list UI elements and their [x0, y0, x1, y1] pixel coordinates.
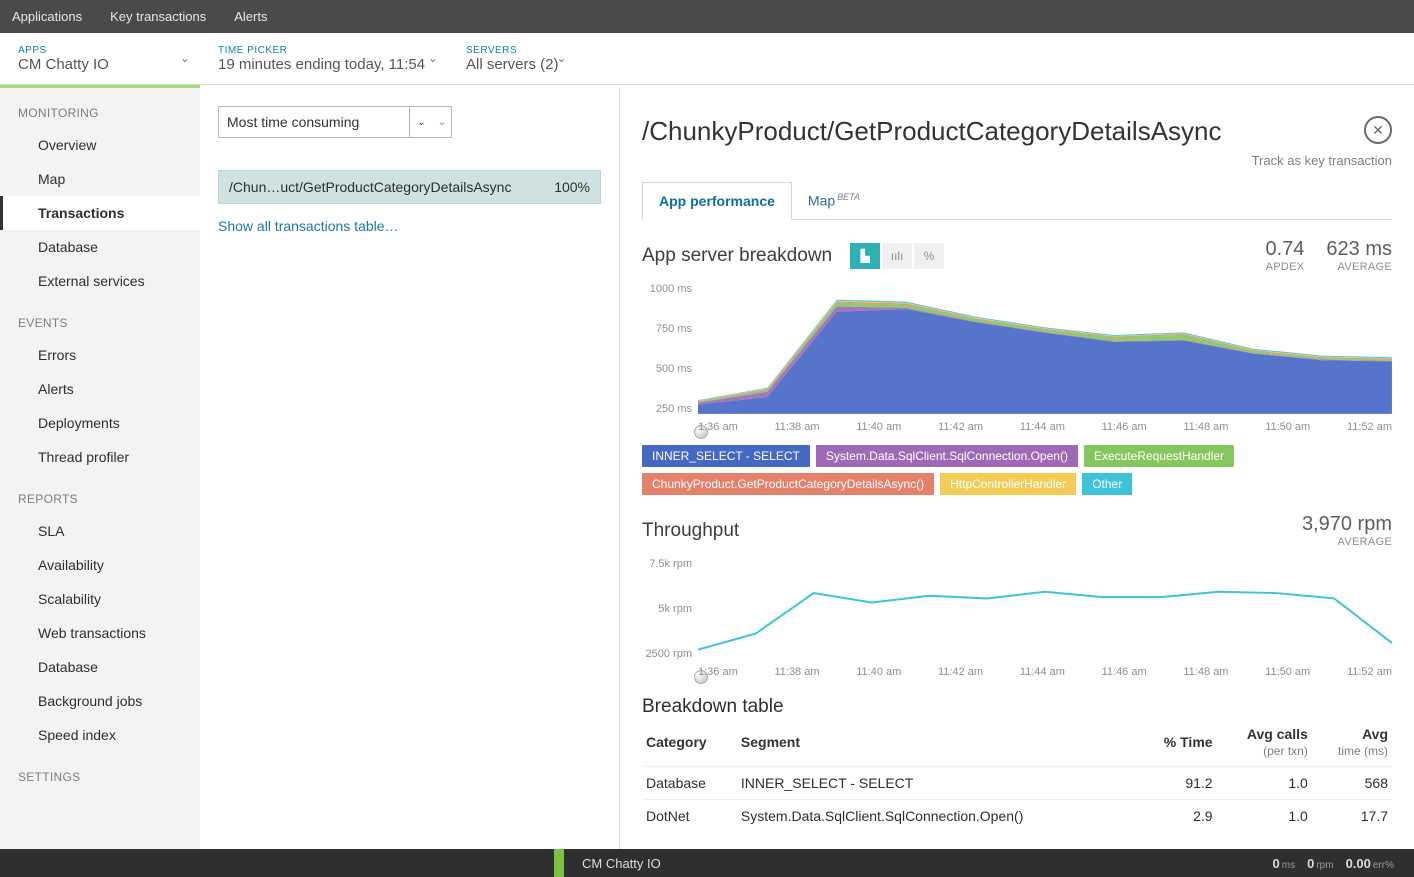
sidebar-item-speed-index[interactable]: Speed index — [0, 718, 200, 752]
throughput-label: AVERAGE — [1302, 536, 1392, 548]
avg-value: 623 ms — [1326, 238, 1392, 261]
status-err: 0.00 — [1346, 856, 1371, 871]
close-icon: ✕ — [1372, 122, 1384, 139]
tab-app-performance[interactable]: App performance — [642, 182, 792, 220]
bar-chart-icon: ıılı — [891, 249, 904, 263]
status-app-name: CM Chatty IO — [564, 856, 679, 871]
time-picker-label: TIME PICKER — [218, 45, 430, 56]
throughput-chart: 7.5k rpm5k rpm2500 rpm 1:36 am11:38 am11… — [642, 558, 1392, 678]
sidebar-item-availability[interactable]: Availability — [0, 548, 200, 582]
area-chart-icon: ▙ — [860, 249, 869, 263]
servers-picker-label: SERVERS — [466, 45, 559, 56]
legend-chip[interactable]: ChunkyProduct.GetProductCategoryDetailsA… — [642, 473, 934, 495]
time-picker[interactable]: TIME PICKER 19 minutes ending today, 11:… — [200, 33, 448, 84]
sidebar-section-reports: REPORTS — [0, 474, 200, 514]
app-picker-label: APPS — [18, 45, 182, 56]
filter-bar: APPS CM Chatty IO ⌄ TIME PICKER 19 minut… — [0, 33, 1414, 85]
status-ms: 0 — [1273, 856, 1280, 871]
chart-mode-bar-button[interactable]: ıılı — [882, 243, 912, 269]
sidebar-item-database[interactable]: Database — [0, 230, 200, 264]
th-segment[interactable]: Segment — [737, 718, 1138, 767]
status-err-unit: err% — [1373, 860, 1394, 871]
sidebar-item-external-services[interactable]: External services — [0, 264, 200, 298]
status-bar: CM Chatty IO 0ms 0rpm 0.00err% — [0, 849, 1414, 877]
transaction-row-pct: 100% — [554, 179, 590, 195]
sidebar-item-transactions[interactable]: Transactions — [0, 196, 200, 230]
sidebar-item-errors[interactable]: Errors — [0, 338, 200, 372]
track-key-transaction-link[interactable]: Track as key transaction — [642, 153, 1392, 168]
sidebar-item-alerts[interactable]: Alerts — [0, 372, 200, 406]
time-picker-value: 19 minutes ending today, 11:54 — [218, 56, 430, 73]
legend-chip[interactable]: INNER_SELECT - SELECT — [642, 445, 810, 467]
chevron-down-icon[interactable]: ⌄ — [433, 117, 451, 128]
legend-chip[interactable]: HttpControllerHandler — [940, 473, 1076, 495]
status-rpm: 0 — [1307, 856, 1314, 871]
beta-badge: BETA — [837, 192, 860, 202]
sort-select-value: Most time consuming — [219, 114, 409, 130]
th-calls[interactable]: Avg calls(per txn) — [1217, 718, 1312, 767]
table-row[interactable]: DotNetSystem.Data.SqlClient.SqlConnectio… — [642, 800, 1392, 833]
th-category[interactable]: Category — [642, 718, 737, 767]
status-rpm-unit: rpm — [1316, 860, 1333, 871]
sidebar: MONITORINGOverviewMapTransactionsDatabas… — [0, 88, 200, 849]
sidebar-item-deployments[interactable]: Deployments — [0, 406, 200, 440]
breakdown-title: App server breakdown — [642, 245, 832, 267]
chevron-down-icon: ⌄ — [428, 51, 438, 65]
top-nav: Applications Key transactions Alerts — [0, 0, 1414, 33]
throughput-title: Throughput — [642, 520, 739, 542]
th-time[interactable]: Avgtime (ms) — [1312, 718, 1392, 767]
sidebar-section-settings: SETTINGS — [0, 752, 200, 792]
breakdown-table: Breakdown table Category Segment % Time … — [642, 696, 1392, 832]
topnav-alerts[interactable]: Alerts — [234, 9, 267, 24]
sidebar-item-sla[interactable]: SLA — [0, 514, 200, 548]
sort-select[interactable]: Most time consuming ⌄ ⌄ — [218, 106, 452, 138]
close-button[interactable]: ✕ — [1364, 116, 1392, 144]
sidebar-section-events: EVENTS — [0, 298, 200, 338]
tab-map-label: Map — [808, 193, 835, 209]
legend-chip[interactable]: Other — [1082, 473, 1132, 495]
detail-panel: /ChunkyProduct/GetProductCategoryDetails… — [620, 88, 1414, 849]
apdex-label: APDEX — [1265, 261, 1304, 273]
servers-picker[interactable]: SERVERS All servers (2) ⌄ — [448, 33, 577, 84]
breakdown-chart: 1000 ms750 ms500 ms250 ms 1:36 am11:38 a… — [642, 283, 1392, 433]
legend-chip[interactable]: System.Data.SqlClient.SqlConnection.Open… — [816, 445, 1078, 467]
show-all-link[interactable]: Show all transactions table… — [218, 218, 601, 234]
sidebar-item-map[interactable]: Map — [0, 162, 200, 196]
apdex-value: 0.74 — [1265, 238, 1304, 261]
transaction-row[interactable]: /Chun…uct/GetProductCategoryDetailsAsync… — [218, 170, 601, 204]
sidebar-item-thread-profiler[interactable]: Thread profiler — [0, 440, 200, 474]
sidebar-item-background-jobs[interactable]: Background jobs — [0, 684, 200, 718]
detail-tabs: App performance MapBETA — [642, 182, 1392, 220]
servers-picker-value: All servers (2) — [466, 56, 559, 73]
breakdown-legend: INNER_SELECT - SELECT System.Data.SqlClie… — [642, 445, 1392, 495]
transaction-row-name: /Chun…uct/GetProductCategoryDetailsAsync — [229, 179, 546, 195]
percent-icon: % — [924, 249, 935, 263]
legend-chip[interactable]: ExecuteRequestHandler — [1084, 445, 1234, 467]
th-pct[interactable]: % Time — [1138, 718, 1216, 767]
chart-mode-area-button[interactable]: ▙ — [850, 243, 880, 269]
sidebar-item-database[interactable]: Database — [0, 650, 200, 684]
sidebar-item-overview[interactable]: Overview — [0, 128, 200, 162]
table-row[interactable]: DatabaseINNER_SELECT - SELECT91.21.0568 — [642, 767, 1392, 800]
chart-mode-percent-button[interactable]: % — [914, 243, 944, 269]
status-ms-unit: ms — [1282, 860, 1295, 871]
avg-label: AVERAGE — [1326, 261, 1392, 273]
detail-title: /ChunkyProduct/GetProductCategoryDetails… — [642, 116, 1222, 147]
tab-map[interactable]: MapBETA — [792, 182, 876, 219]
sidebar-item-scalability[interactable]: Scalability — [0, 582, 200, 616]
transactions-column: Most time consuming ⌄ ⌄ /Chun…uct/GetPro… — [200, 88, 620, 849]
chevron-down-icon: ⌄ — [180, 51, 190, 65]
chevron-down-icon: ⌄ — [556, 51, 566, 65]
sidebar-item-web-transactions[interactable]: Web transactions — [0, 616, 200, 650]
status-indicator — [554, 849, 564, 877]
breakdown-table-title: Breakdown table — [642, 696, 1392, 718]
app-picker[interactable]: APPS CM Chatty IO ⌄ — [0, 33, 200, 84]
sidebar-section-monitoring: MONITORING — [0, 88, 200, 128]
throughput-value: 3,970 rpm — [1302, 513, 1392, 536]
chevron-down-icon[interactable]: ⌄ — [409, 107, 433, 137]
app-picker-value: CM Chatty IO — [18, 56, 182, 73]
topnav-applications[interactable]: Applications — [12, 9, 82, 24]
topnav-key-transactions[interactable]: Key transactions — [110, 9, 206, 24]
